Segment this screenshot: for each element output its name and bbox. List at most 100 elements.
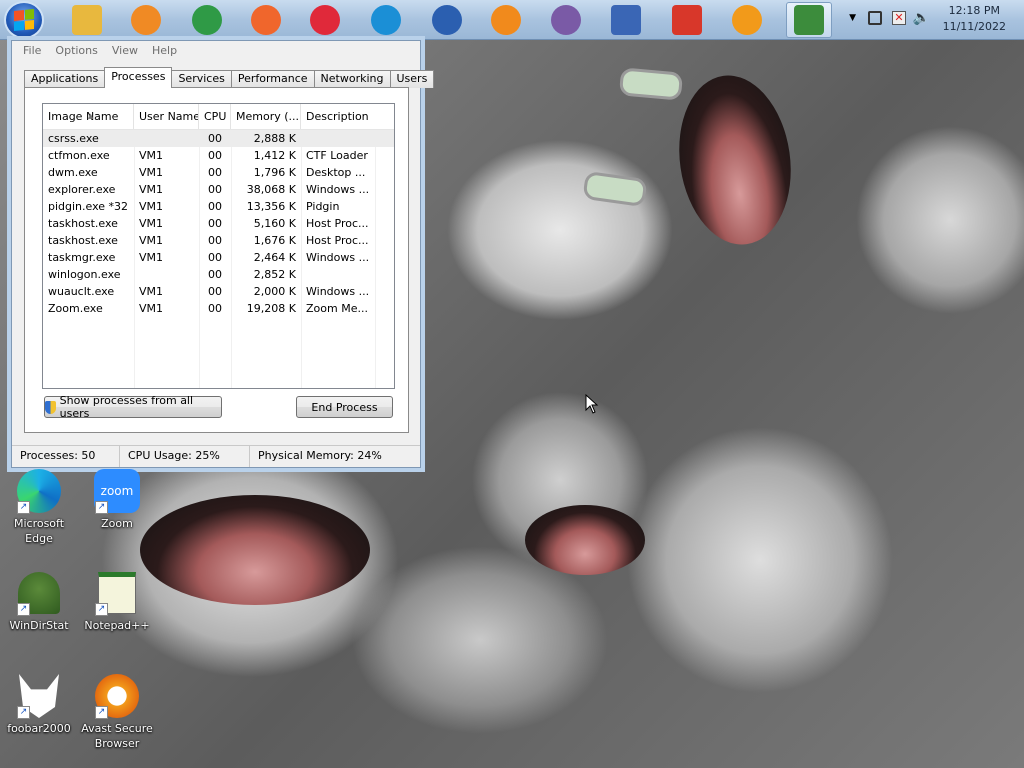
desktop-icon-avast-secure-browser[interactable]: ↗ Avast Secure Browser — [79, 673, 155, 751]
taskbar-button[interactable] — [486, 2, 526, 38]
table-row[interactable]: winlogon.exe 00 2,852 K — [43, 266, 394, 283]
tab-services[interactable]: Services — [171, 70, 232, 88]
tab-networking[interactable]: Networking — [313, 70, 391, 88]
table-row[interactable]: dwm.exe VM1 00 1,796 K Desktop ... — [43, 164, 394, 181]
taskbar-button[interactable] — [67, 2, 107, 38]
cell-image-name: taskmgr.exe — [48, 251, 116, 264]
taskbar-button[interactable] — [427, 2, 467, 38]
folder-icon — [72, 5, 102, 35]
desktop-icon-label: WinDirStat — [9, 619, 69, 632]
cell-memory: 2,464 K — [253, 251, 296, 264]
process-list[interactable]: ▲ Image Name User Name CPU Memory (... De… — [42, 103, 395, 389]
table-row[interactable]: taskmgr.exe VM1 00 2,464 K Windows ... — [43, 249, 394, 266]
desktop-icon-label: Notepad++ — [84, 619, 150, 632]
column-memory[interactable]: Memory (... — [231, 104, 301, 129]
show-all-processes-button[interactable]: Show processes from all users — [44, 394, 222, 420]
cell-image-name: explorer.exe — [48, 183, 116, 196]
tab-performance[interactable]: Performance — [230, 70, 315, 88]
action-center-icon[interactable]: ✕ — [892, 11, 906, 25]
taskbar: ▼ ✕ 🔈 12:18 PM 11/11/2022 — [0, 0, 1024, 40]
menu-help[interactable]: Help — [145, 44, 184, 57]
paint-icon — [611, 5, 641, 35]
volume-icon[interactable]: 🔈 — [913, 10, 930, 26]
table-row[interactable]: wuauclt.exe VM1 00 2,000 K Windows ... — [43, 283, 394, 300]
table-row[interactable]: explorer.exe VM1 00 38,068 K Windows ... — [43, 181, 394, 198]
media-player-icon — [131, 5, 161, 35]
cell-cpu: 00 — [208, 285, 222, 298]
taskbar-button[interactable] — [366, 2, 406, 38]
pidgin-icon — [551, 5, 581, 35]
cell-image-name: pidgin.exe *32 — [48, 200, 129, 213]
cell-user-name: VM1 — [139, 200, 164, 213]
cell-memory: 38,068 K — [246, 183, 296, 196]
tab-users[interactable]: Users — [389, 70, 435, 88]
network-icon[interactable] — [868, 11, 882, 25]
table-row[interactable]: taskhost.exe VM1 00 5,160 K Host Proc... — [43, 215, 394, 232]
column-description[interactable]: Description — [301, 104, 373, 129]
taskbar-button[interactable] — [786, 2, 832, 38]
cell-cpu: 00 — [208, 200, 222, 213]
taskbar-button[interactable] — [667, 2, 707, 38]
taskbar-button[interactable] — [606, 2, 646, 38]
taskbar-button[interactable] — [246, 2, 286, 38]
desktop-icon-zoom[interactable]: zoom ↗ Zoom — [79, 468, 155, 531]
desktop-icon-label: Microsoft Edge — [13, 517, 65, 545]
desktop-icon-foobar2000[interactable]: ↗ foobar2000 — [1, 673, 77, 736]
firefox-icon — [251, 5, 281, 35]
menu-file[interactable]: File — [16, 44, 48, 57]
cell-description: Pidgin — [306, 200, 340, 213]
desktop-icon-microsoft-edge[interactable]: ↗ Microsoft Edge — [1, 468, 77, 546]
column-image-name[interactable]: ▲ Image Name — [43, 104, 134, 129]
tab-strip: Applications Processes Services Performa… — [24, 67, 435, 88]
cell-description: Host Proc... — [306, 217, 369, 230]
menu-options[interactable]: Options — [48, 44, 104, 57]
menu-view[interactable]: View — [105, 44, 145, 57]
start-button[interactable] — [4, 1, 44, 39]
table-row[interactable]: pidgin.exe *32 VM1 00 13,356 K Pidgin — [43, 198, 394, 215]
cell-memory: 2,888 K — [253, 132, 296, 145]
cell-user-name: VM1 — [139, 285, 164, 298]
cell-user-name: VM1 — [139, 251, 164, 264]
cell-image-name: csrss.exe — [48, 132, 99, 145]
cell-memory: 2,000 K — [253, 285, 296, 298]
cell-description: Windows ... — [306, 251, 370, 264]
edge-icon: ↗ — [15, 468, 63, 514]
clock[interactable]: 12:18 PM 11/11/2022 — [943, 3, 1006, 35]
cell-image-name: taskhost.exe — [48, 234, 118, 247]
cell-user-name: VM1 — [139, 302, 164, 315]
column-cpu[interactable]: CPU — [199, 104, 231, 129]
process-list-header: ▲ Image Name User Name CPU Memory (... De… — [43, 104, 394, 130]
wallpaper-eye — [582, 170, 648, 208]
desktop-icon-windirstat[interactable]: ↗ WinDirStat — [1, 570, 77, 633]
task-manager-icon — [794, 5, 824, 35]
table-row[interactable]: ctfmon.exe VM1 00 1,412 K CTF Loader — [43, 147, 394, 164]
taskbar-button[interactable] — [187, 2, 227, 38]
cell-image-name: Zoom.exe — [48, 302, 103, 315]
desktop-icon-notepad-plus-plus[interactable]: ↗ Notepad++ — [79, 570, 155, 633]
avast-icon — [732, 5, 762, 35]
cell-memory: 1,676 K — [253, 234, 296, 247]
taskbar-button[interactable] — [546, 2, 586, 38]
column-user-name[interactable]: User Name — [134, 104, 199, 129]
tab-applications[interactable]: Applications — [24, 70, 106, 88]
cell-cpu: 00 — [208, 217, 222, 230]
table-row[interactable]: csrss.exe 00 2,888 K — [43, 130, 394, 147]
table-row[interactable]: Zoom.exe VM1 00 19,208 K Zoom Me... — [43, 300, 394, 317]
taskbar-button[interactable] — [727, 2, 767, 38]
cell-user-name: VM1 — [139, 166, 164, 179]
uac-shield-icon — [45, 400, 56, 414]
cell-memory: 5,160 K — [253, 217, 296, 230]
process-rows: csrss.exe 00 2,888 K ctfmon.exe VM1 00 1,412 K… — [43, 130, 394, 317]
cell-user-name: VM1 — [139, 234, 164, 247]
taskbar-button[interactable] — [126, 2, 166, 38]
column-image-name-label: Image Name — [48, 110, 119, 123]
taskbar-button[interactable] — [305, 2, 345, 38]
cell-description: Host Proc... — [306, 234, 369, 247]
tab-processes[interactable]: Processes — [104, 67, 173, 88]
end-process-button[interactable]: End Process — [296, 396, 393, 418]
cell-image-name: taskhost.exe — [48, 217, 118, 230]
document-icon — [672, 5, 702, 35]
cell-description: Zoom Me... — [306, 302, 368, 315]
show-hidden-icons-icon[interactable]: ▼ — [849, 13, 856, 23]
table-row[interactable]: taskhost.exe VM1 00 1,676 K Host Proc... — [43, 232, 394, 249]
